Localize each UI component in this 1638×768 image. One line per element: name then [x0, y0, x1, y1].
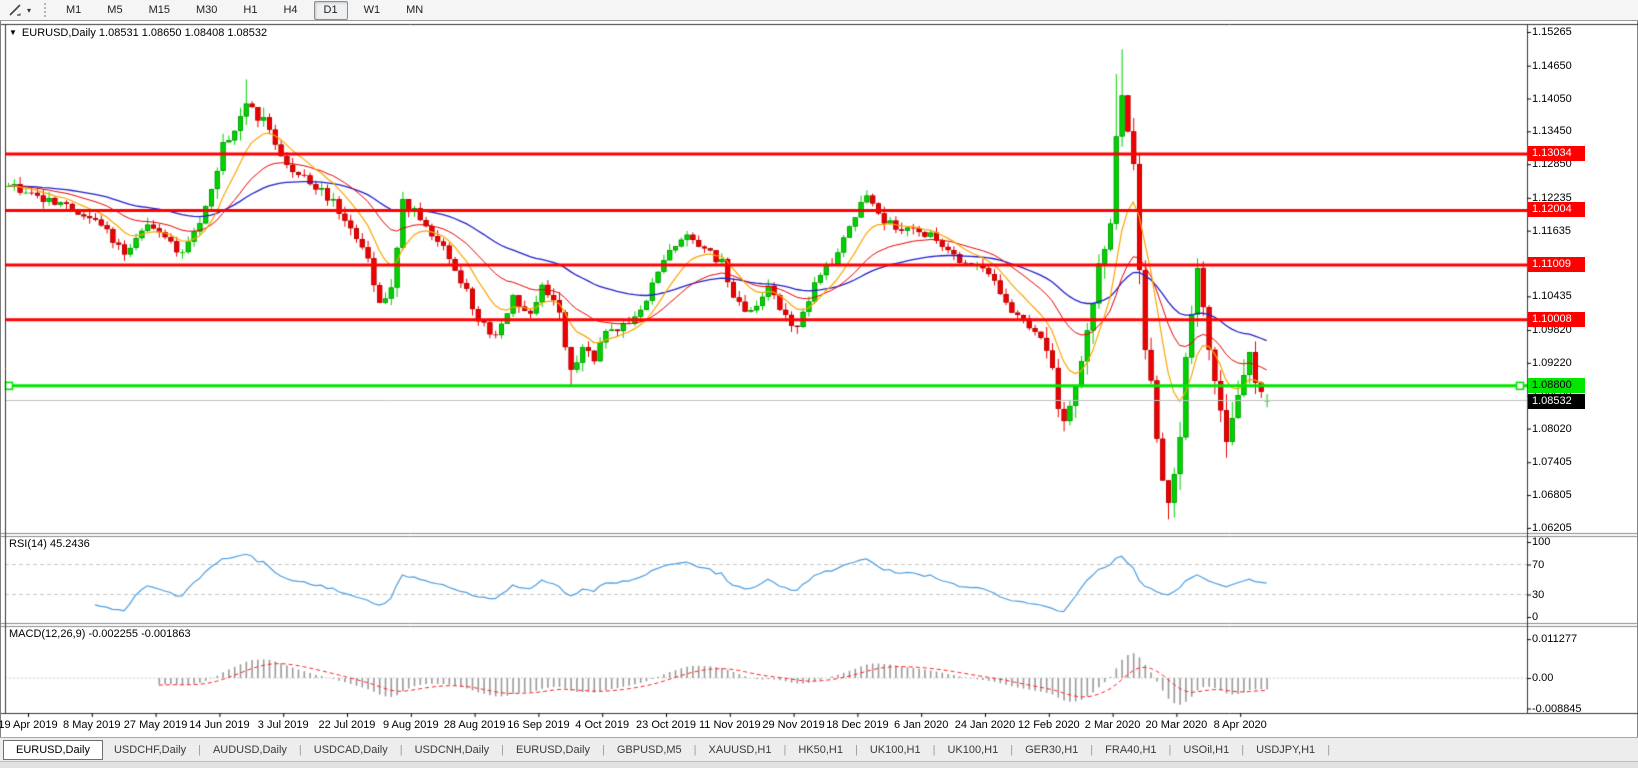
chart-tab-9[interactable]: UK100,H1 — [859, 741, 932, 759]
tab-separator: | — [1326, 744, 1331, 756]
chart-title: ▼EURUSD,Daily 1.08531 1.08650 1.08408 1.… — [9, 27, 267, 39]
top-toolbar: ▾ M1 M5 M15 M30 H1 H4 D1 W1 MN — [0, 0, 1638, 21]
chart-tab-5[interactable]: EURUSD,Daily — [505, 741, 601, 759]
chart-tab-bar: EURUSD,DailyUSDCHF,Daily|AUDUSD,Daily|US… — [0, 737, 1638, 761]
chart-tab-7[interactable]: XAUUSD,H1 — [698, 741, 783, 759]
chart-tab-8[interactable]: HK50,H1 — [787, 741, 854, 759]
chevron-down-icon: ▾ — [24, 6, 34, 15]
chart-tab-0[interactable]: EURUSD,Daily — [3, 740, 103, 760]
chart-tab-6[interactable]: GBPUSD,M5 — [606, 741, 693, 759]
macd-indicator-label: MACD(12,26,9) -0.002255 -0.001863 — [9, 628, 191, 640]
chart-tab-12[interactable]: FRA40,H1 — [1094, 741, 1167, 759]
toolbar-drag-handle[interactable] — [44, 3, 48, 17]
chart-tab-13[interactable]: USOil,H1 — [1172, 741, 1240, 759]
timeframe-button-mn[interactable]: MN — [396, 1, 433, 20]
rsi-indicator-label: RSI(14) 45.2436 — [9, 538, 90, 550]
symbol-dropdown-icon[interactable]: ▼ — [9, 28, 22, 37]
timeframe-button-m15[interactable]: M15 — [139, 1, 180, 20]
timeframe-button-w1[interactable]: W1 — [354, 1, 391, 20]
chart-tab-10[interactable]: UK100,H1 — [936, 741, 1009, 759]
chart-tab-2[interactable]: AUDUSD,Daily — [202, 741, 298, 759]
chart-canvas[interactable] — [1, 21, 1638, 737]
timeframe-button-m30[interactable]: M30 — [186, 1, 227, 20]
timeframe-button-h1[interactable]: H1 — [233, 1, 267, 20]
chart-tab-4[interactable]: USDCNH,Daily — [404, 741, 501, 759]
chart-tab-11[interactable]: GER30,H1 — [1014, 741, 1089, 759]
chart-tab-1[interactable]: USDCHF,Daily — [103, 741, 197, 759]
chart-window: ▼EURUSD,Daily 1.08531 1.08650 1.08408 1.… — [0, 21, 1638, 737]
timeframe-button-m5[interactable]: M5 — [97, 1, 132, 20]
status-strip — [0, 761, 1638, 768]
timeframe-button-h4[interactable]: H4 — [273, 1, 307, 20]
timeframe-button-group: M1 M5 M15 M30 H1 H4 D1 W1 MN — [56, 1, 433, 20]
chart-title-text: EURUSD,Daily 1.08531 1.08650 1.08408 1.0… — [22, 27, 267, 39]
timeframe-button-d1[interactable]: D1 — [314, 1, 348, 20]
line-studies-button[interactable]: ▾ — [4, 3, 38, 18]
timeframe-button-m1[interactable]: M1 — [56, 1, 91, 20]
line-studies-icon — [8, 3, 23, 18]
chart-tab-14[interactable]: USDJPY,H1 — [1245, 741, 1326, 759]
chart-tab-3[interactable]: USDCAD,Daily — [303, 741, 399, 759]
